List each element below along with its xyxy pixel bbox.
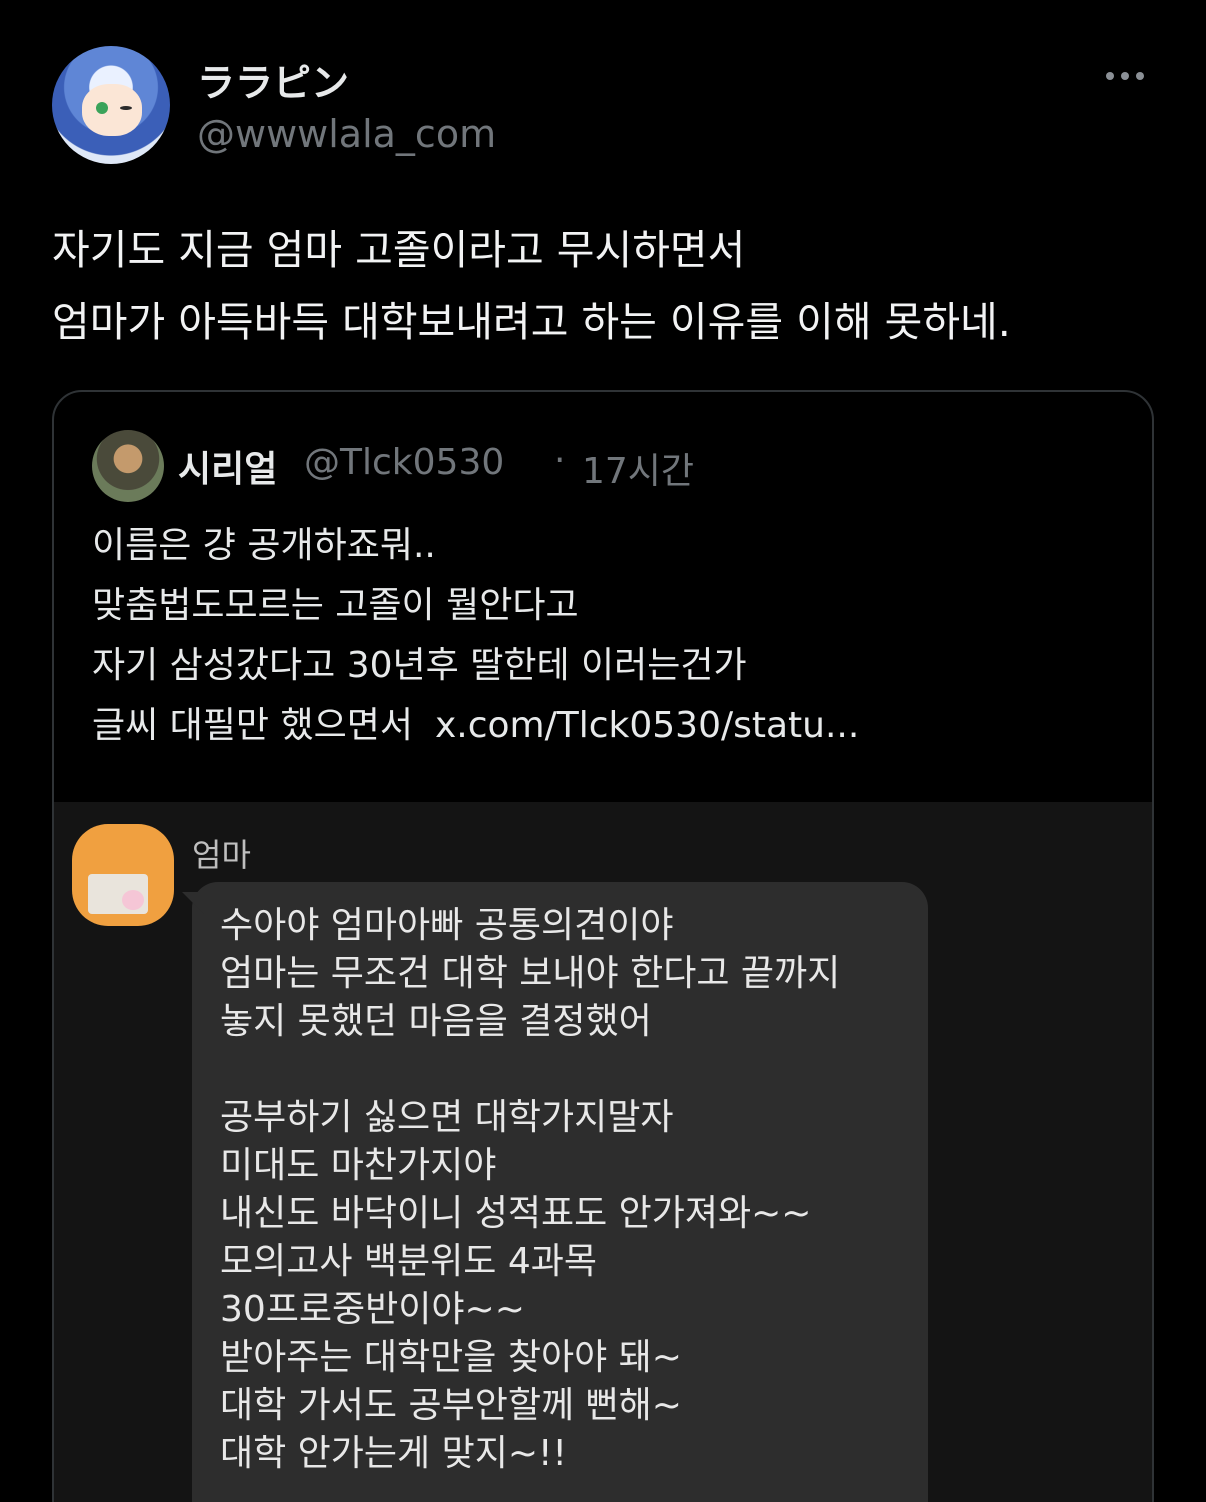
avatar-eye [96, 102, 108, 114]
quoted-text-line: 자기 삼성갔다고 30년후 딸한테 이러는건가 [92, 645, 747, 686]
quoted-author-handle[interactable]: @Tlck0530 [304, 442, 504, 483]
tweet-link[interactable]: x.com/Tlck0530/statu... [435, 705, 859, 746]
quoted-text-line: 글씨 대필만 했으면서 x.com/Tlck0530/statu... [92, 696, 1132, 756]
message-line: 모의고사 백분위도 4과목 [220, 1241, 597, 1282]
quoted-tweet-text: 이름은 걍 공개하죠뭐.. 맞춤법도모르는 고졸이 뭘안다고 자기 삼성갔다고 … [92, 516, 1132, 756]
avatar-bunny-graphic [122, 890, 144, 910]
message-line: 미대도 마찬가지야 [220, 1145, 497, 1186]
quoted-text-line: 맞춤법도모르는 고졸이 뭘안다고 [92, 585, 579, 626]
user-avatar[interactable] [52, 46, 170, 164]
sender-avatar [72, 824, 174, 926]
message-line: 30프로중반이야~~ [220, 1289, 525, 1330]
message-line: 받아주는 대학만을 찾아야 돼~ [220, 1337, 682, 1378]
quoted-tweet-time[interactable]: 17시간 [582, 442, 694, 494]
message-line: 대학 안가는게 맞지~!! [220, 1433, 567, 1474]
quoted-text-line: 이름은 걍 공개하죠뭐.. [92, 525, 436, 566]
quoted-text-span: 글씨 대필만 했으면서 [92, 705, 413, 746]
tweet-text-line: 자기도 지금 엄마 고졸이라고 무시하면서 [52, 226, 746, 274]
message-line: 놓지 못했던 마음을 결정했어 [220, 1001, 652, 1042]
avatar-face [82, 84, 142, 136]
separator-dot: · [554, 440, 566, 481]
user-handle[interactable]: @wwwlala_com [197, 112, 496, 156]
message-line: 대학 가서도 공부안할께 뻔해~ [220, 1385, 682, 1426]
display-name[interactable]: ララピン [197, 52, 349, 107]
message-line: 내신도 바닥이니 성적표도 안가져와~~ [220, 1193, 812, 1234]
avatar-eye-wink [120, 106, 132, 110]
tweet-text: 자기도 지금 엄마 고졸이라고 무시하면서 엄마가 아득바득 대학보내려고 하는… [52, 214, 1172, 358]
dot [1106, 72, 1114, 80]
dot [1121, 72, 1129, 80]
chat-message-bubble: 수아야 엄마아빠 공통의견이야 엄마는 무조건 대학 보내야 한다고 끝까지 놓… [192, 882, 928, 1502]
message-line: 엄마는 무조건 대학 보내야 한다고 끝까지 [220, 953, 841, 994]
quoted-tweet-card[interactable]: 시리얼 @Tlck0530 · 17시간 이름은 걍 공개하죠뭐.. 맞춤법도모… [52, 390, 1154, 1502]
chat-screenshot-image[interactable]: 엄마 수아야 엄마아빠 공통의견이야 엄마는 무조건 대학 보내야 한다고 끝까… [54, 802, 1152, 1502]
dot [1136, 72, 1144, 80]
message-line: 공부하기 싫으면 대학가지말자 [220, 1097, 674, 1138]
quoted-author-name[interactable]: 시리얼 [178, 440, 277, 492]
tweet-text-line: 엄마가 아득바득 대학보내려고 하는 이유를 이해 못하네. [52, 298, 1011, 346]
more-horizontal-icon[interactable] [1100, 58, 1150, 94]
quoted-author-avatar[interactable] [92, 430, 164, 502]
chat-sender-name: 엄마 [192, 836, 251, 874]
message-line: 수아야 엄마아빠 공통의견이야 [220, 905, 674, 946]
